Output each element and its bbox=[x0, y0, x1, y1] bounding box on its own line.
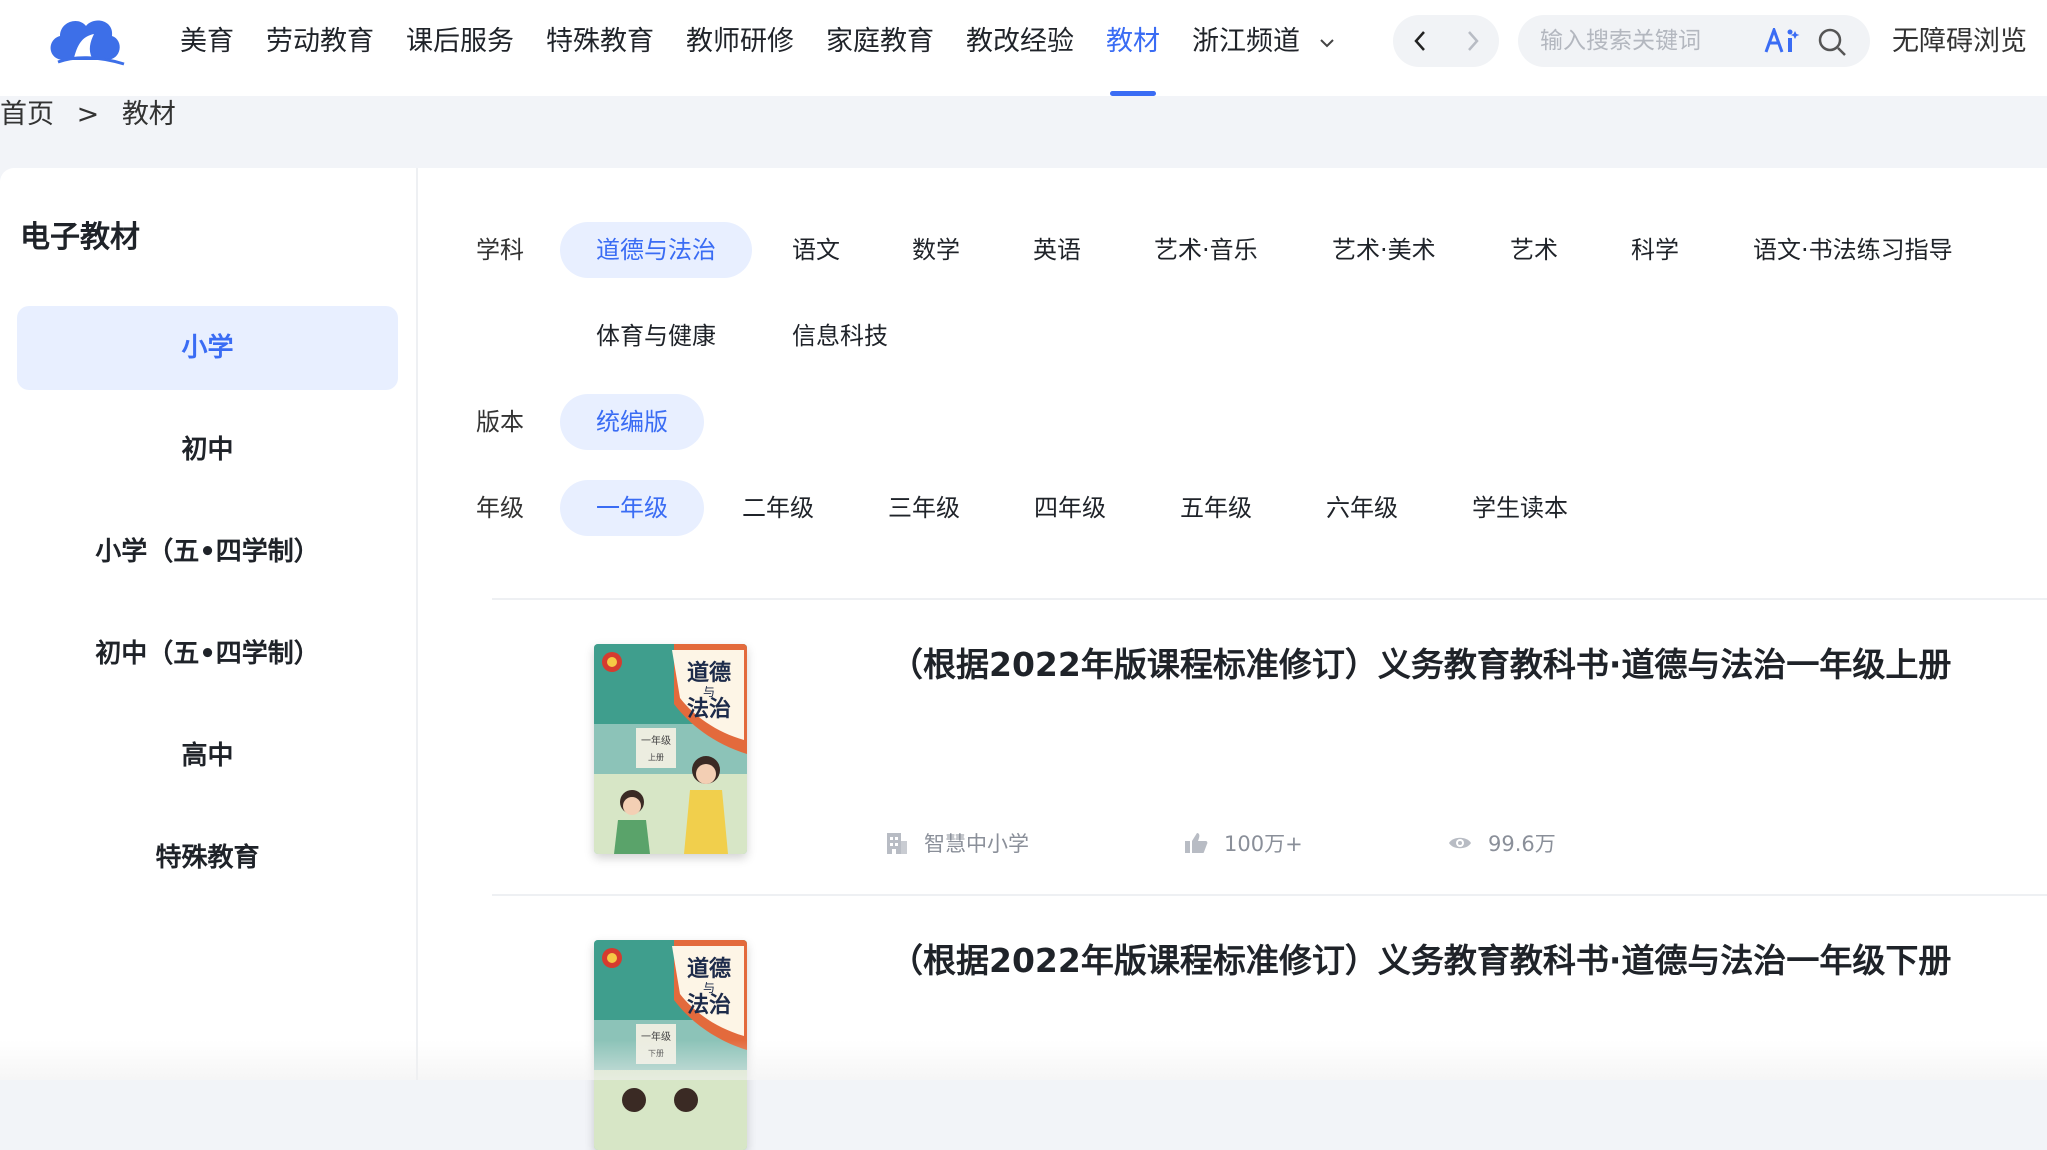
nav-item-reform-experience[interactable]: 教改经验 bbox=[966, 0, 1074, 96]
book-publisher: 智慧中小学 bbox=[886, 828, 1029, 858]
breadcrumb-separator: > bbox=[76, 99, 100, 130]
book-likes-count: 100万+ bbox=[1224, 832, 1303, 856]
search-input[interactable] bbox=[1540, 28, 1750, 54]
cover-grade: 一年级 bbox=[641, 734, 671, 747]
chip-grade-2[interactable]: 二年级 bbox=[706, 480, 850, 536]
chip-grade-6[interactable]: 六年级 bbox=[1290, 480, 1434, 536]
chip-subject-art-fine-arts[interactable]: 艺术·美术 bbox=[1296, 222, 1472, 278]
chip-subject-english[interactable]: 英语 bbox=[997, 222, 1117, 278]
sidebar: 电子教材 小学 初中 小学（五•四学制） 初中（五•四学制） 高中 特殊教育 bbox=[0, 168, 418, 1080]
sidebar-item-primary-5-4[interactable]: 小学（五•四学制） bbox=[17, 510, 398, 594]
cover-title-line-3: 法治 bbox=[687, 696, 731, 722]
sidebar-item-primary[interactable]: 小学 bbox=[17, 306, 398, 390]
book-title[interactable]: （根据2022年版课程标准修订）义务教育教科书·道德与法治一年级上册 bbox=[890, 638, 1951, 686]
breadcrumb-home[interactable]: 首页 bbox=[0, 99, 54, 130]
site-logo[interactable] bbox=[44, 12, 126, 70]
main-nav: 美育 劳动教育 课后服务 特殊教育 教师研修 家庭教育 教改经验 教材 浙江频道 bbox=[180, 0, 1367, 96]
top-navigation-bar: 美育 劳动教育 课后服务 特殊教育 教师研修 家庭教育 教改经验 教材 浙江频道… bbox=[0, 0, 2047, 96]
chip-subject-math[interactable]: 数学 bbox=[876, 222, 996, 278]
chip-edition-unified[interactable]: 统编版 bbox=[560, 394, 704, 450]
nav-item-aesthetic-education[interactable]: 美育 bbox=[180, 0, 234, 96]
building-icon bbox=[887, 833, 907, 854]
ai-search-icon[interactable] bbox=[1764, 28, 1800, 54]
filter-label-grade: 年级 bbox=[476, 494, 524, 522]
breadcrumb: 首页 > 教材 bbox=[0, 92, 190, 130]
accessibility-link[interactable]: 无障碍浏览 bbox=[1892, 0, 2027, 84]
chip-grade-student-reader[interactable]: 学生读本 bbox=[1436, 480, 1604, 536]
cover-title-line-1: 道德 bbox=[687, 660, 731, 686]
book-views-count: 99.6万 bbox=[1488, 832, 1556, 856]
nav-item-labor-education[interactable]: 劳动教育 bbox=[266, 0, 374, 96]
divider bbox=[492, 598, 2047, 600]
chevron-down-icon bbox=[1319, 38, 1334, 47]
bottom-fade bbox=[0, 1040, 2047, 1080]
nav-item-zhejiang-channel[interactable]: 浙江频道 bbox=[1192, 0, 1335, 96]
thumbs-up-icon[interactable] bbox=[1184, 832, 1208, 854]
sidebar-item-special-education[interactable]: 特殊教育 bbox=[17, 816, 398, 900]
breadcrumb-current: 教材 bbox=[121, 99, 176, 130]
book-title[interactable]: （根据2022年版课程标准修订）义务教育教科书·道德与法治一年级下册 bbox=[890, 934, 1951, 982]
chip-subject-chinese[interactable]: 语文 bbox=[756, 222, 876, 278]
chevron-right-icon[interactable] bbox=[1465, 30, 1481, 52]
nav-item-special-education[interactable]: 特殊教育 bbox=[546, 0, 654, 96]
sidebar-item-senior-high[interactable]: 高中 bbox=[17, 714, 398, 798]
chip-grade-5[interactable]: 五年级 bbox=[1144, 480, 1288, 536]
nav-scroll-arrows bbox=[1393, 15, 1499, 67]
nav-item-after-school-service[interactable]: 课后服务 bbox=[406, 0, 514, 96]
nav-item-family-education[interactable]: 家庭教育 bbox=[826, 0, 934, 96]
book-cover-illustration: 道德 与 法治 一年级 上册 bbox=[594, 644, 747, 854]
content-panel: 电子教材 小学 初中 小学（五•四学制） 初中（五•四学制） 高中 特殊教育 学… bbox=[0, 168, 2047, 1150]
sidebar-item-junior-high-5-4[interactable]: 初中（五•四学制） bbox=[17, 612, 398, 696]
search-icon[interactable] bbox=[1816, 26, 1848, 58]
chip-subject-it[interactable]: 信息科技 bbox=[756, 308, 924, 364]
filter-label-subject: 学科 bbox=[476, 236, 524, 264]
chip-subject-morality-law[interactable]: 道德与法治 bbox=[560, 222, 752, 278]
chip-subject-calligraphy[interactable]: 语文·书法练习指导 bbox=[1717, 222, 1989, 278]
sidebar-title: 电子教材 bbox=[20, 220, 140, 255]
chip-subject-science[interactable]: 科学 bbox=[1595, 222, 1715, 278]
chip-subject-art-music[interactable]: 艺术·音乐 bbox=[1118, 222, 1294, 278]
nav-item-textbooks[interactable]: 教材 bbox=[1106, 0, 1160, 96]
sidebar-item-junior-high[interactable]: 初中 bbox=[17, 408, 398, 492]
chip-subject-art[interactable]: 艺术 bbox=[1474, 222, 1594, 278]
nav-item-teacher-training[interactable]: 教师研修 bbox=[686, 0, 794, 96]
divider bbox=[492, 894, 2047, 896]
chip-subject-pe-health[interactable]: 体育与健康 bbox=[560, 308, 752, 364]
cover-volume: 上册 bbox=[648, 753, 664, 762]
search-box bbox=[1518, 15, 1870, 67]
eye-icon bbox=[1449, 837, 1471, 849]
book-cover[interactable]: 道德 与 法治 一年级 上册 bbox=[594, 644, 747, 854]
chip-grade-3[interactable]: 三年级 bbox=[852, 480, 996, 536]
book-likes: 100万+ bbox=[1184, 828, 1303, 858]
cover-title-line-1: 道德 bbox=[687, 956, 731, 982]
book-views: 99.6万 bbox=[1448, 828, 1556, 858]
book-publisher-label: 智慧中小学 bbox=[924, 832, 1029, 856]
filter-label-edition: 版本 bbox=[476, 408, 524, 436]
chip-grade-4[interactable]: 四年级 bbox=[998, 480, 1142, 536]
chip-grade-1[interactable]: 一年级 bbox=[560, 480, 704, 536]
nav-item-zhejiang-channel-label: 浙江频道 bbox=[1192, 26, 1300, 57]
cover-title-line-3: 法治 bbox=[687, 992, 731, 1018]
chevron-left-icon[interactable] bbox=[1412, 30, 1428, 52]
